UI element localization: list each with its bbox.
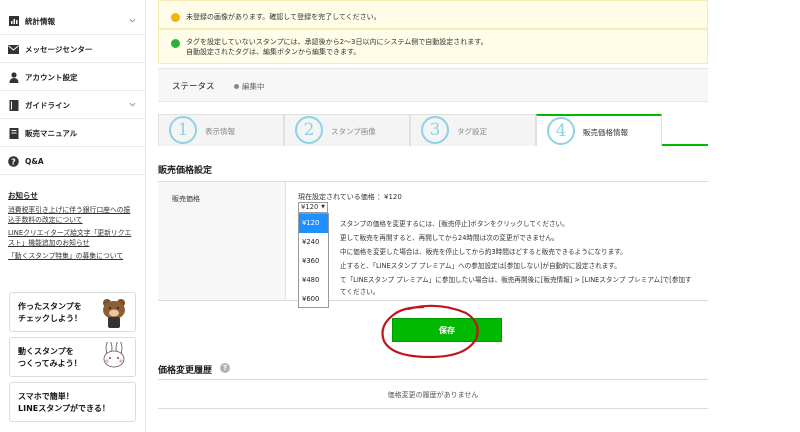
question-icon: ? xyxy=(8,155,19,167)
price-dropdown-list: ¥120 ¥240 ¥360 ¥480 ¥600 xyxy=(298,213,329,308)
svg-text:?: ? xyxy=(11,157,16,166)
manual-icon xyxy=(8,127,19,139)
price-info-line: 中に価格を変更した場合は、販売を停止してから約3時間ほどすると販売できるようにな… xyxy=(340,248,627,256)
tab-label: タグ設定 xyxy=(457,127,487,136)
sidebar: 統計情報 メッセージセンター アカウント設定 ガイドライン 販売マニュアル ? … xyxy=(0,0,146,432)
price-option[interactable]: ¥480 xyxy=(299,271,328,290)
price-info-line: 更して販売を再開すると、再開してから24時間は次の変更ができません。 xyxy=(340,234,559,242)
status-dot-icon xyxy=(234,84,239,89)
warning-icon xyxy=(171,13,180,22)
current-price-text: 現在設定されている価格 ：¥120 xyxy=(298,193,402,201)
price-option[interactable]: ¥120 xyxy=(299,214,328,233)
price-option[interactable]: ¥600 xyxy=(299,290,328,309)
tab-label: スタンプ画像 xyxy=(331,127,376,136)
alert-text: タグを設定していないスタンプには、承認後から2〜3日以内にシステム側で自動設定さ… xyxy=(186,38,488,56)
step-tabs: 1 表示情報 2 スタンプ画像 3 タグ設定 4 販売価格情報 xyxy=(158,114,708,146)
price-info-line: てください。 xyxy=(340,288,380,296)
tab-display-info[interactable]: 1 表示情報 xyxy=(158,114,284,146)
sidebar-item-label: Q&A xyxy=(25,156,44,166)
price-info-line: て「LINEスタンプ プレミアム」に参加したい場合は、販売再開後に[販売情報] … xyxy=(340,276,692,284)
section-title-price-setting: 販売価格設定 xyxy=(158,166,213,176)
sidebar-item-label: 統計情報 xyxy=(25,16,55,26)
notice-link[interactable]: 「動くスタンプ特集」の募集について xyxy=(8,251,136,261)
price-row-header: 販売価格 xyxy=(158,182,286,300)
status-bar: ステータス 編集中 xyxy=(158,68,708,102)
dropdown-arrow-icon: ▼ xyxy=(321,204,325,210)
tab-label: 表示情報 xyxy=(205,127,235,136)
user-icon xyxy=(8,71,19,83)
tab-sales-price-info[interactable]: 4 販売価格情報 xyxy=(536,114,662,146)
price-option[interactable]: ¥360 xyxy=(299,252,328,271)
promo-banner-smartphone[interactable]: スマホで簡単！ LINEスタンプができる！ xyxy=(9,382,136,422)
envelope-icon xyxy=(8,44,19,55)
price-option[interactable]: ¥240 xyxy=(299,233,328,252)
sidebar-item-label: アカウント設定 xyxy=(25,72,78,82)
promo-text: 動くスタンプを つくってみよう！ xyxy=(18,347,82,368)
sidebar-item-label: 販売マニュアル xyxy=(25,128,78,138)
price-history-empty-text: 価格変更の履歴がありません xyxy=(387,391,479,399)
promo-banner-animated-stamps[interactable]: 動くスタンプを つくってみよう！ xyxy=(9,337,136,377)
sidebar-item-account-settings[interactable]: アカウント設定 xyxy=(0,64,146,91)
help-icon[interactable]: ? xyxy=(220,363,230,373)
notices-heading[interactable]: お知らせ xyxy=(8,190,38,201)
notice-link[interactable]: 消費税率引き上げに伴う銀行口座への振込手数料の改定について xyxy=(8,205,136,225)
sidebar-item-sales-manual[interactable]: 販売マニュアル xyxy=(0,120,146,147)
sidebar-item-label: ガイドライン xyxy=(25,100,70,110)
alert-text: 未登録の画像があります。確認して登録を完了してください。 xyxy=(186,13,381,21)
tab-stamp-images[interactable]: 2 スタンプ画像 xyxy=(284,114,410,146)
promo-text: スマホで簡単！ LINEスタンプができる！ xyxy=(18,392,110,413)
chevron-down-icon xyxy=(129,18,136,23)
price-select-value: ¥120 xyxy=(301,203,319,211)
rabbit-icon xyxy=(103,342,125,368)
notice-link[interactable]: LINEクリエイターズ絵文字「更新リクエスト」機能追加のお知らせ xyxy=(8,228,136,248)
main-content: 未登録の画像があります。確認して登録を完了してください。 タグを設定していないス… xyxy=(146,0,800,432)
tab-tag-settings[interactable]: 3 タグ設定 xyxy=(410,114,536,146)
bar-chart-icon xyxy=(8,16,19,27)
sidebar-item-label: メッセージセンター xyxy=(25,44,93,54)
check-circle-icon xyxy=(171,39,180,48)
alert-unregistered-images: 未登録の画像があります。確認して登録を完了してください。 xyxy=(158,0,708,29)
brown-bear-icon xyxy=(103,299,125,328)
step-number-icon: 1 xyxy=(169,116,197,144)
promo-banner-check-stamps[interactable]: 作ったスタンプを チェックしよう！ xyxy=(9,292,136,332)
price-setting-table: 販売価格 現在設定されている価格 ：¥120 ¥120 ▼ スタンプの価格を変更… xyxy=(158,181,708,308)
book-icon xyxy=(8,99,19,111)
status-label: ステータス xyxy=(172,82,215,92)
step-number-icon: 4 xyxy=(547,117,575,145)
red-annotation-circle xyxy=(381,304,479,359)
chevron-down-icon xyxy=(129,102,136,107)
price-info-line: スタンプの価格を変更するには、[販売停止]ボタンをクリックしてください。 xyxy=(340,220,569,228)
sidebar-item-qa[interactable]: ? Q&A xyxy=(0,148,146,175)
price-history-box: 価格変更の履歴がありません xyxy=(158,379,708,409)
price-row-label: 販売価格 xyxy=(172,195,200,203)
price-info-line: 止すると、「LINEスタンプ プレミアム」への参加設定は[参加しない]が自動的に… xyxy=(340,262,621,270)
tab-label: 販売価格情報 xyxy=(583,128,628,137)
step-number-icon: 2 xyxy=(295,116,323,144)
section-title-price-history: 価格変更履歴 xyxy=(158,366,213,376)
price-select[interactable]: ¥120 ▼ xyxy=(298,202,328,213)
sidebar-item-message-center[interactable]: メッセージセンター xyxy=(0,36,146,63)
sidebar-item-statistics[interactable]: 統計情報 xyxy=(0,8,146,35)
sidebar-item-guidelines[interactable]: ガイドライン xyxy=(0,92,146,119)
promo-text: 作ったスタンプを チェックしよう！ xyxy=(18,302,82,323)
alert-tag-auto-setting: タグを設定していないスタンプには、承認後から2〜3日以内にシステム側で自動設定さ… xyxy=(158,29,708,64)
step-number-icon: 3 xyxy=(421,116,449,144)
status-value: 編集中 xyxy=(242,82,265,91)
